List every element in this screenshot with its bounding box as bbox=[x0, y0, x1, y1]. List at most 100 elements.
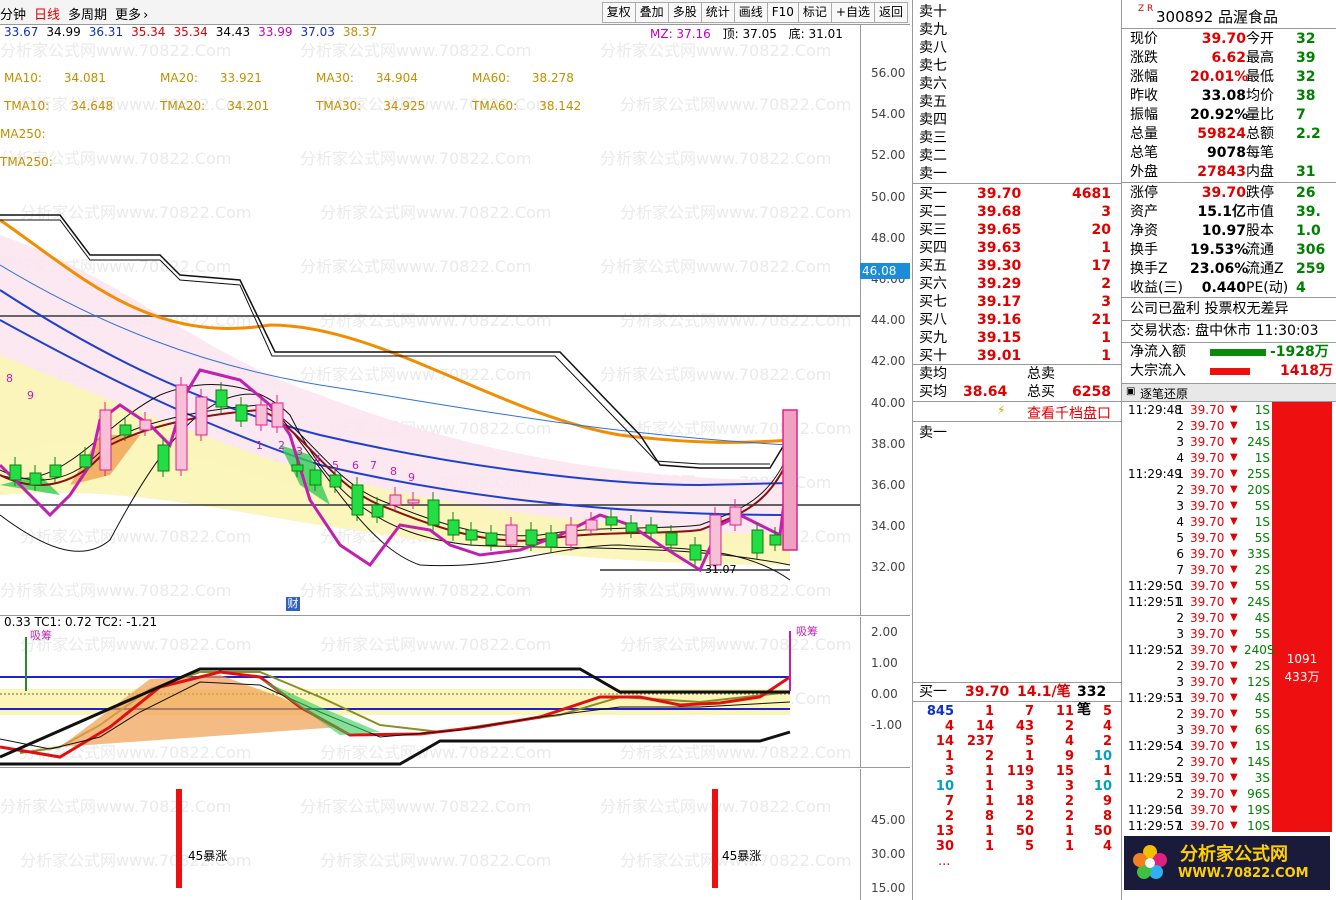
candlestick bbox=[465, 529, 478, 541]
buy-level-row[interactable]: 买五 39.30 17 bbox=[917, 257, 1117, 275]
queue-order: 1 bbox=[984, 794, 994, 809]
volume-bar: 1091 433万 bbox=[1272, 402, 1332, 832]
thousand-level-link[interactable]: 查看千档盘口 bbox=[1027, 403, 1111, 423]
candlestick bbox=[689, 544, 702, 561]
down-arrow-icon: ▼ bbox=[1230, 612, 1238, 623]
kline-chart-area[interactable]: 分析家公式网www.70822.Com 分析家公式网www.70822.Com 分析… bbox=[0, 25, 910, 900]
toolbar-button-6[interactable]: 标记 bbox=[797, 2, 832, 23]
period-tab-1[interactable]: 日线 bbox=[34, 8, 60, 23]
tc-indicator-chart: 吸筹 吸筹 bbox=[0, 624, 818, 766]
queue-order: 9 bbox=[1102, 794, 1112, 809]
sell-level-row[interactable]: 卖三 bbox=[917, 129, 1117, 147]
candlestick bbox=[545, 532, 558, 548]
buy-level-row[interactable]: 买八 39.16 21 bbox=[917, 311, 1117, 329]
queue-order: 11 bbox=[1055, 704, 1074, 719]
y-tick: 0.00 bbox=[871, 687, 898, 701]
sell-level-row[interactable]: 卖十 bbox=[917, 3, 1117, 21]
queue-order: 9 bbox=[1064, 749, 1074, 764]
toolbar-button-8[interactable]: 返回 bbox=[873, 2, 908, 23]
down-arrow-icon: ▼ bbox=[1230, 436, 1238, 447]
tc-y-axis: 2.00 1.00 0.00 -1.00 bbox=[860, 617, 911, 767]
queue-order: 4 bbox=[1064, 734, 1074, 749]
toolbar-button-4[interactable]: 画线 bbox=[733, 2, 768, 23]
candlestick bbox=[525, 529, 538, 546]
buy-level-row[interactable]: 买一 39.70 4681 bbox=[917, 185, 1117, 203]
buy-level-row[interactable]: 买四 39.63 1 bbox=[917, 239, 1117, 257]
y-tick: 2.00 bbox=[871, 625, 898, 639]
period-tab-2[interactable]: 多周期 bbox=[68, 8, 107, 23]
down-arrow-icon: ▼ bbox=[1230, 660, 1238, 671]
candlestick bbox=[751, 529, 764, 554]
buy-level-row[interactable]: 买十 39.01 1 bbox=[917, 347, 1117, 365]
sell-level-row[interactable]: 卖四 bbox=[917, 111, 1117, 129]
svg-text:8: 8 bbox=[390, 465, 397, 478]
queue-order: 2 bbox=[1064, 794, 1074, 809]
candlestick bbox=[329, 474, 342, 488]
sell-level-row[interactable]: 卖七 bbox=[917, 57, 1117, 75]
surge-label-right: 45暴涨 bbox=[722, 849, 762, 863]
finance-report-marker[interactable]: 财 bbox=[286, 597, 300, 611]
candlestick bbox=[585, 519, 598, 531]
toolbar-button-2[interactable]: 多股 bbox=[667, 2, 702, 23]
buy-level-row[interactable]: 买二 39.68 3 bbox=[917, 203, 1117, 221]
svg-text:7: 7 bbox=[370, 459, 377, 472]
candlestick bbox=[119, 424, 132, 436]
toolbar-button-5[interactable]: F10 bbox=[766, 2, 799, 23]
buy-level-row[interactable]: 买七 39.17 3 bbox=[917, 293, 1117, 311]
candlestick bbox=[79, 454, 92, 468]
trade-row: 7 39.70 ▼ 2S bbox=[1176, 563, 1270, 577]
down-arrow-icon: ▼ bbox=[1230, 452, 1238, 463]
queue-order: 15 bbox=[1055, 764, 1074, 779]
svg-text:6: 6 bbox=[352, 459, 359, 472]
buy-level-row[interactable]: 买三 39.65 20 bbox=[917, 221, 1117, 239]
trade-row: 11:29:48 1 39.70 ▼ 1S bbox=[1128, 403, 1270, 417]
tick-header[interactable]: ▣ 逐笔还原 bbox=[1122, 383, 1336, 402]
trade-row: 11:29:55 1 39.70 ▼ 3S bbox=[1128, 771, 1270, 785]
queue-order: 2 bbox=[1102, 734, 1112, 749]
period-tab-0[interactable]: 分钟 bbox=[0, 8, 26, 23]
trade-row: 2 39.70 ▼ 1S bbox=[1176, 419, 1270, 433]
trade-row: 11:29:57 1 39.70 ▼ 10S bbox=[1128, 819, 1270, 833]
quote-row: 总量 59824 总额 2.2 bbox=[1130, 126, 1321, 142]
site-banner[interactable]: 分析家公式网 WWW.70822.COM bbox=[1124, 836, 1330, 890]
company-notice: 公司已盈利 投票权无差异 bbox=[1130, 301, 1289, 317]
sell-level-row[interactable]: 卖一 bbox=[917, 165, 1117, 183]
y-tick: 38.00 bbox=[871, 436, 906, 451]
y-tick: 54.00 bbox=[871, 107, 906, 122]
trade-row: 2 39.70 ▼ 14S bbox=[1176, 755, 1270, 769]
chart-toolbar: 分钟 日线 多周期 更多 › 复权 叠加 多股 统计 画线 F10 标记 +自选 返回 bbox=[0, 0, 910, 25]
sell-level-row[interactable]: 卖九 bbox=[917, 21, 1117, 39]
toolbar-button-1[interactable]: 叠加 bbox=[634, 2, 669, 23]
buy-level-row[interactable]: 买六 39.29 2 bbox=[917, 275, 1117, 293]
quote-row: 现价 39.70 今开 32 bbox=[1130, 31, 1316, 47]
y-tick: 50.00 bbox=[871, 189, 906, 204]
y-tick: 42.00 bbox=[871, 354, 906, 369]
queue-more[interactable]: ... bbox=[938, 854, 950, 869]
trade-row: 6 39.70 ▼ 33S bbox=[1176, 547, 1270, 561]
candlestick bbox=[215, 389, 228, 408]
candlestick bbox=[565, 524, 578, 546]
candlestick bbox=[625, 522, 638, 533]
toolbar-button-0[interactable]: 复权 bbox=[601, 2, 636, 23]
y-tick: 44.00 bbox=[871, 313, 906, 328]
queue-order: 1 bbox=[984, 764, 994, 779]
sell-level-row[interactable]: 卖五 bbox=[917, 93, 1117, 111]
trade-row: 2 39.70 ▼ 96S bbox=[1176, 787, 1270, 801]
queue-order: 1 bbox=[944, 749, 954, 764]
queue-order: 1 bbox=[984, 839, 994, 854]
candlestick bbox=[309, 469, 322, 486]
down-arrow-icon: ▼ bbox=[1230, 484, 1238, 495]
toolbar-button-7[interactable]: +自选 bbox=[830, 2, 875, 23]
sell-level-row[interactable]: 卖二 bbox=[917, 147, 1117, 165]
queue-order: 43 bbox=[1015, 719, 1034, 734]
y-tick: 34.00 bbox=[871, 519, 906, 534]
period-tab-3[interactable]: 更多 bbox=[115, 8, 141, 23]
toolbar-button-3[interactable]: 统计 bbox=[700, 2, 735, 23]
down-arrow-icon: ▼ bbox=[1230, 820, 1238, 831]
sell-level-row[interactable]: 卖六 bbox=[917, 75, 1117, 93]
buy-level-row[interactable]: 买九 39.15 1 bbox=[917, 329, 1117, 347]
y-tick: 32.00 bbox=[871, 560, 906, 575]
candlestick bbox=[291, 464, 304, 472]
svg-text:5: 5 bbox=[332, 459, 339, 472]
sell-level-row[interactable]: 卖八 bbox=[917, 39, 1117, 57]
